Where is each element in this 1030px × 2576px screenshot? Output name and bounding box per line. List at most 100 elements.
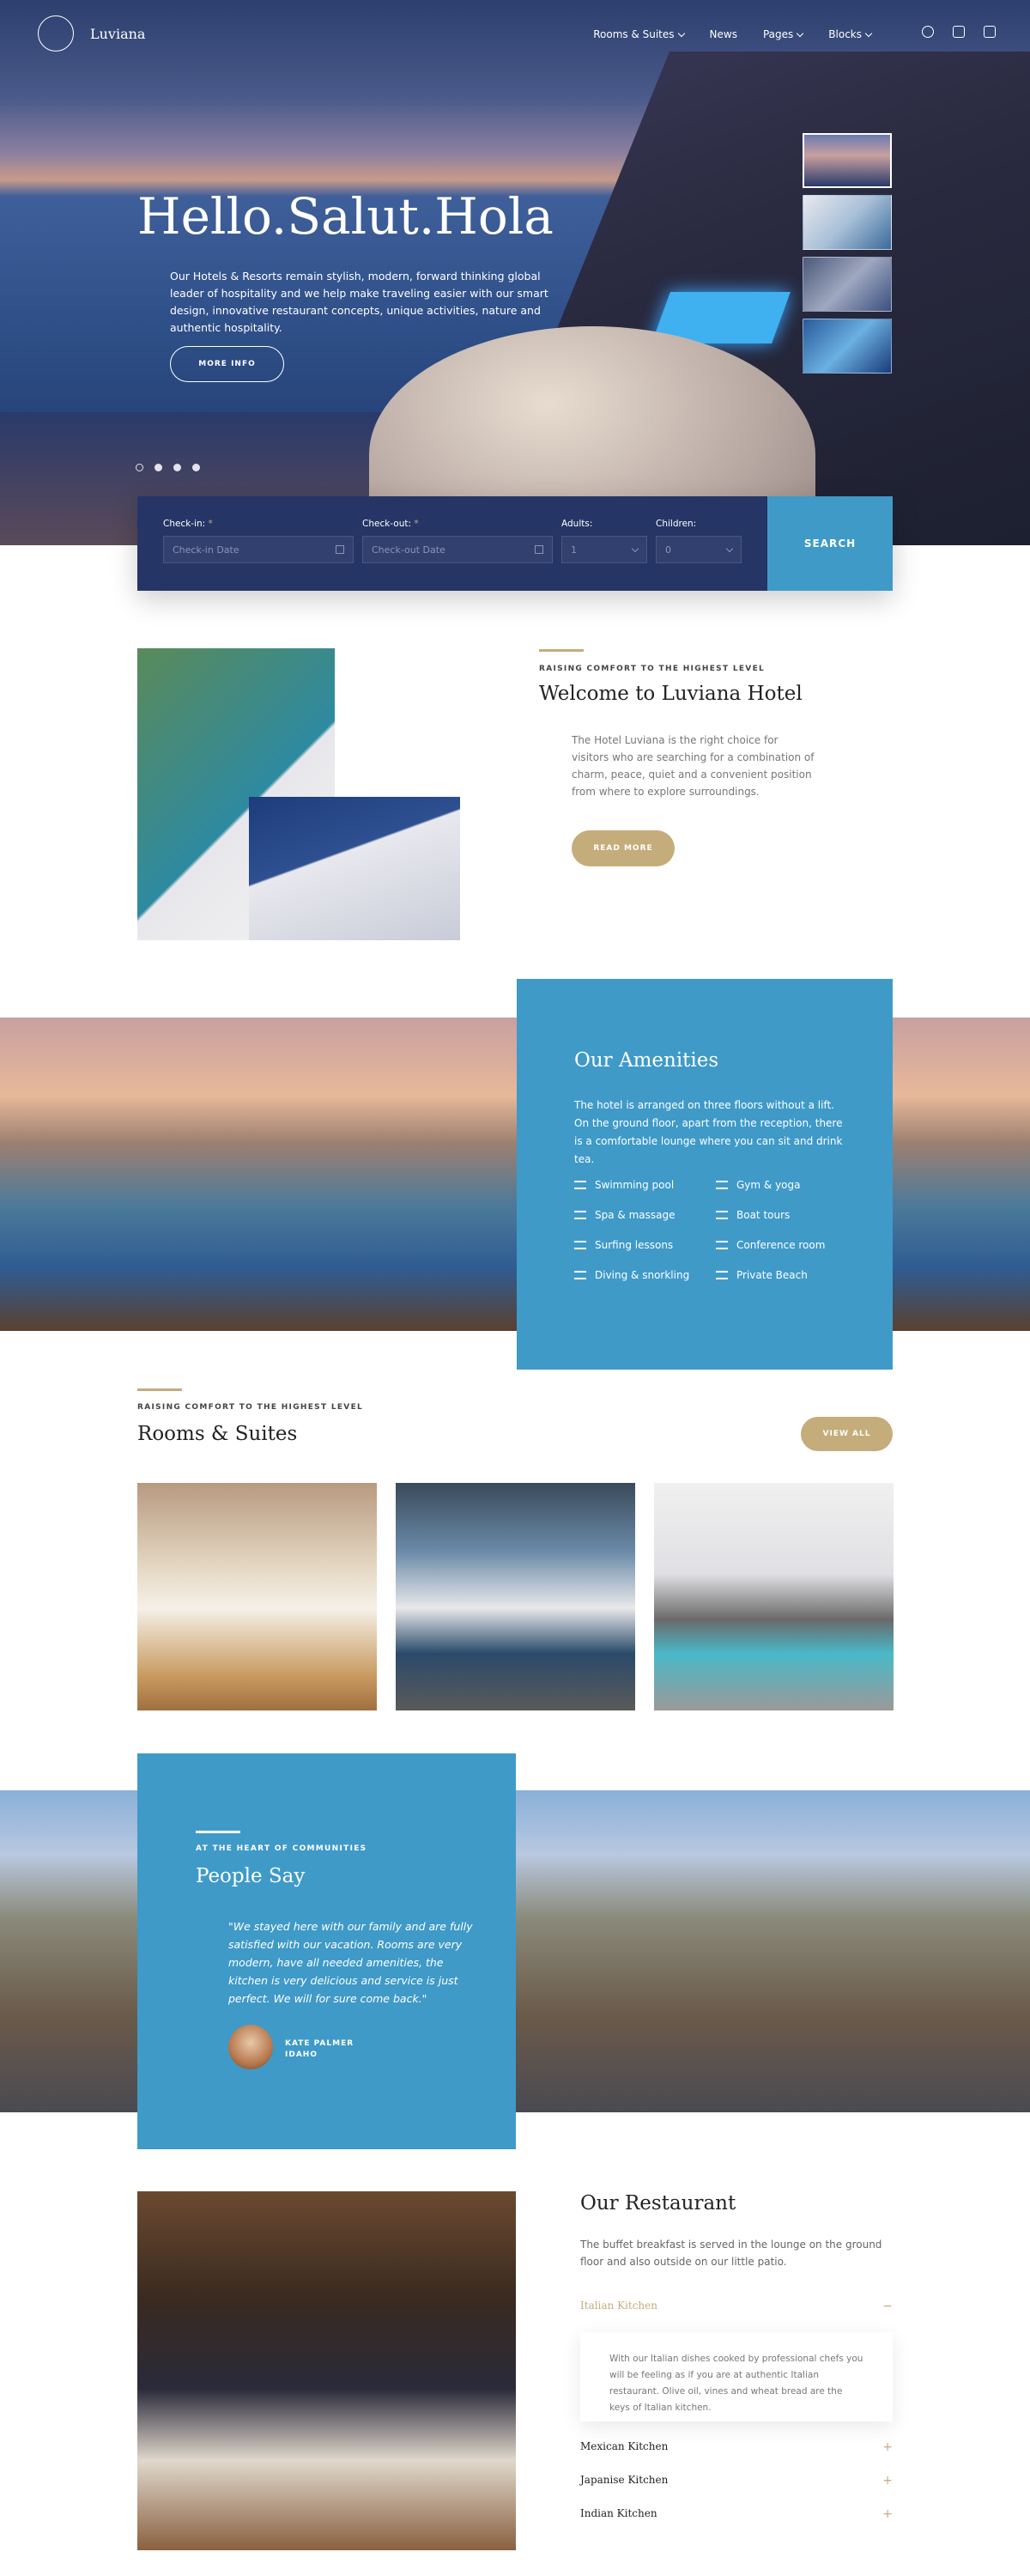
children-label: Children: (656, 519, 697, 529)
hero-thumbnail[interactable] (803, 133, 892, 188)
amenity-label: Swimming pool (595, 1179, 675, 1191)
menu-item-label: Pages (762, 28, 794, 40)
plus-icon: + (882, 2440, 893, 2454)
chevron-down-icon (725, 544, 734, 552)
room-card[interactable] (396, 1483, 635, 1710)
children-select[interactable]: 0 (656, 536, 742, 563)
logo-icon[interactable] (38, 15, 74, 52)
amenities-panel: Our Amenities The hotel is arranged on t… (517, 979, 893, 1370)
menu-item-rooms-suites[interactable]: Rooms & Suites (593, 28, 685, 40)
accordion-label: Mexican Kitchen (580, 2440, 669, 2452)
welcome-text: The Hotel Luviana is the right choice fo… (572, 734, 815, 798)
required-mark: * (414, 519, 419, 529)
adults-label: Adults: (561, 519, 593, 529)
welcome-title: Welcome to Luviana Hotel (539, 683, 803, 705)
checkout-input[interactable]: Check-out Date (362, 536, 553, 563)
amenity-item: Swimming pool (574, 1179, 716, 1191)
search-button[interactable]: SEARCH (767, 496, 893, 591)
social-links (922, 26, 996, 38)
menu-item-label: Blocks (828, 28, 862, 40)
accordion-japanise-kitchen[interactable]: Japanise Kitchen + (580, 2474, 893, 2488)
menu-item-blocks[interactable]: Blocks (828, 28, 873, 40)
plus-icon: + (882, 2507, 893, 2521)
slide-dot[interactable] (173, 464, 181, 471)
adults-select[interactable]: 1 (561, 536, 647, 563)
pool-icon (574, 1181, 586, 1189)
menu-item-pages[interactable]: Pages (762, 28, 804, 40)
calendar-icon (336, 545, 344, 554)
hero-text: Our Hotels & Resorts remain stylish, mod… (170, 270, 548, 334)
amenity-label: Boat tours (736, 1209, 791, 1221)
amenity-item: Conference room (716, 1239, 857, 1251)
plus-icon: + (882, 2474, 893, 2488)
restaurant-image (137, 2191, 516, 2550)
minus-icon: − (882, 2300, 893, 2313)
amenity-item: Gym & yoga (716, 1179, 857, 1191)
calendar-icon (535, 545, 543, 554)
checkout-field: Check-out: * Check-out Date (362, 519, 553, 563)
amenity-label: Conference room (736, 1239, 826, 1251)
testimonial-panel: AT THE HEART OF COMMUNITIES People Say "… (137, 1753, 516, 2149)
hero-thumbnail[interactable] (803, 319, 892, 374)
amenity-label: Spa & massage (595, 1209, 676, 1221)
amenity-label: Gym & yoga (736, 1179, 801, 1191)
logo-text[interactable]: Luviana (90, 26, 145, 42)
amenity-item: Private Beach (716, 1269, 857, 1281)
welcome-image-terrace (249, 797, 460, 940)
checkout-placeholder: Check-out Date (372, 544, 445, 556)
more-info-button[interactable]: MORE INFO (170, 346, 284, 382)
top-navigation: Luviana Rooms & Suites News Pages Blocks (0, 0, 1030, 69)
menu-item-label: Rooms & Suites (593, 28, 675, 40)
main-menu: Rooms & Suites News Pages Blocks (593, 28, 873, 40)
restaurant-text: The buffet breakfast is served in the lo… (580, 2239, 882, 2268)
view-all-button[interactable]: VIEW ALL (801, 1417, 893, 1451)
avatar (228, 2025, 273, 2069)
required-mark: * (208, 519, 213, 529)
chevron-down-icon (631, 544, 639, 552)
menu-icon (574, 1271, 586, 1279)
amenities-list: Swimming pool Gym & yoga Spa & massage B… (574, 1179, 857, 1281)
accordion-label: Italian Kitchen (580, 2300, 657, 2312)
hero-slider-dots (136, 464, 200, 471)
amenity-label: Surfing lessons (595, 1239, 674, 1251)
accordion-mexican-kitchen[interactable]: Mexican Kitchen + (580, 2440, 893, 2454)
accordion-indian-kitchen[interactable]: Indian Kitchen + (580, 2507, 893, 2521)
umbrella-icon (716, 1271, 728, 1279)
checkin-label: Check-in: (163, 519, 206, 529)
hero-thumbnail[interactable] (803, 195, 892, 250)
read-more-button[interactable]: READ MORE (572, 830, 675, 866)
foursquare-icon[interactable] (953, 26, 965, 38)
chevron-down-icon (864, 29, 873, 37)
amenities-title: Our Amenities (574, 1049, 719, 1072)
booking-form: Check-in: * Check-in Date Check-out: * C… (137, 496, 893, 591)
testimonial-author: KATE PALMER (285, 2039, 354, 2048)
menu-item-news[interactable]: News (710, 28, 737, 40)
chevron-down-icon (677, 29, 685, 37)
accordion-label: Japanise Kitchen (580, 2474, 669, 2486)
amenity-item: Spa & massage (574, 1209, 716, 1221)
checkout-label: Check-out: (362, 519, 412, 529)
checkin-input[interactable]: Check-in Date (163, 536, 354, 563)
accordion-italian-kitchen[interactable]: Italian Kitchen − (580, 2300, 893, 2313)
slide-dot[interactable] (154, 464, 162, 471)
slide-dot[interactable] (136, 464, 143, 471)
adults-field: Adults: 1 (561, 519, 647, 563)
hero-thumbnail[interactable] (803, 257, 892, 312)
amenity-item: Surfing lessons (574, 1239, 716, 1251)
amenity-label: Private Beach (736, 1269, 808, 1281)
amenity-item: Boat tours (716, 1209, 857, 1221)
amenity-label: Diving & snorkling (595, 1269, 690, 1281)
testimonial-title: People Say (196, 1865, 306, 1887)
accent-line (137, 1388, 182, 1391)
amenity-item: Diving & snorkling (574, 1269, 716, 1281)
room-card[interactable] (137, 1483, 377, 1710)
children-value: 0 (665, 544, 671, 556)
dumbbell-icon (716, 1181, 728, 1189)
room-card[interactable] (654, 1483, 894, 1710)
welcome-eyebrow: RAISING COMFORT TO THE HIGHEST LEVEL (539, 665, 766, 673)
instagram-icon[interactable] (984, 26, 996, 38)
tripadvisor-icon[interactable] (922, 26, 934, 38)
slide-dot[interactable] (192, 464, 200, 471)
spa-icon (574, 1211, 586, 1219)
testimonial-quote: "We stayed here with our family and are … (228, 1920, 473, 2005)
